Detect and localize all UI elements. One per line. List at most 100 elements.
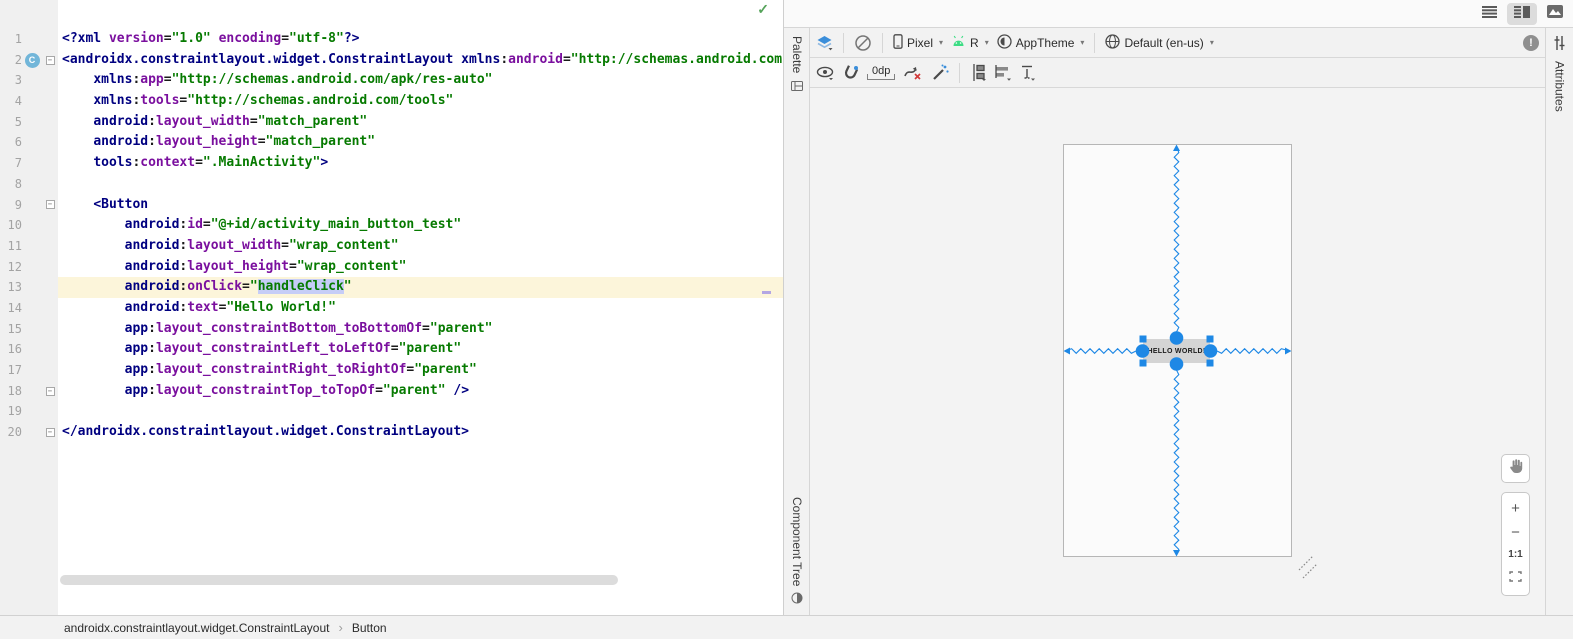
code-line[interactable]: 4 xmlns:tools="http://schemas.android.co… (0, 91, 783, 112)
component-tree-tab[interactable]: Component Tree (784, 497, 810, 609)
attributes-tab[interactable]: Attributes (1553, 61, 1567, 112)
code-text[interactable]: android:layout_height="match_parent" (58, 132, 783, 153)
toolbar-separator (1094, 33, 1095, 53)
fold-marker-icon[interactable]: − (46, 428, 55, 437)
design-toolbar-top: Pixel ▾ R ▾ AppTheme ▾ (810, 28, 1545, 58)
orientation-button[interactable] (854, 34, 872, 52)
line-number: 6 (0, 132, 22, 153)
design-pane: Pixel ▾ R ▾ AppTheme ▾ (810, 28, 1545, 615)
zoom-controls: + − 1:1 (1501, 492, 1530, 596)
breadcrumb-button[interactable]: Button (352, 621, 387, 635)
pack-button[interactable] (970, 64, 987, 81)
zoom-fit-button[interactable] (1509, 569, 1522, 587)
code-area[interactable]: 1<?xml version="1.0" encoding="utf-8"?>2… (0, 29, 783, 443)
code-line[interactable]: 18− app:layout_constraintTop_toTopOf="pa… (0, 381, 783, 402)
clear-constraints-button[interactable] (903, 64, 923, 81)
code-text[interactable]: android:onClick="handleClick" (58, 277, 783, 298)
code-line[interactable]: 3 xmlns:app="http://schemas.android.com/… (0, 70, 783, 91)
infer-constraints-button[interactable] (931, 64, 949, 81)
api-version-selector[interactable]: R ▾ (951, 35, 989, 50)
code-text[interactable]: <?xml version="1.0" encoding="utf-8"?> (58, 29, 783, 50)
api-label: R (970, 36, 979, 50)
align-button[interactable] (995, 65, 1012, 81)
code-text[interactable]: xmlns:tools="http://schemas.android.com/… (58, 91, 783, 112)
context-class-gutter-icon[interactable]: C (25, 53, 40, 68)
line-number: 2 (0, 50, 22, 71)
line-number: 15 (0, 319, 22, 340)
artboard-resize-handle (1299, 556, 1317, 578)
code-text[interactable]: app:layout_constraintBottom_toBottomOf="… (58, 319, 783, 340)
code-line[interactable]: 16 app:layout_constraintLeft_toLeftOf="p… (0, 339, 783, 360)
code-line[interactable]: 19 (0, 401, 783, 422)
code-text[interactable]: tools:context=".MainActivity"> (58, 153, 783, 174)
selected-button-widget[interactable]: HELLO WORLD! (1143, 339, 1210, 363)
code-text[interactable]: app:layout_constraintLeft_toLeftOf="pare… (58, 339, 783, 360)
code-line[interactable]: 14 android:text="Hello World!" (0, 298, 783, 319)
code-line[interactable]: 13 android:onClick="handleClick" (0, 277, 783, 298)
code-line[interactable]: 9− <Button (0, 195, 783, 216)
pan-button[interactable] (1501, 454, 1530, 483)
code-line[interactable]: 8 (0, 174, 783, 195)
fold-marker-icon[interactable]: − (46, 387, 55, 396)
code-line[interactable]: 2C−<androidx.constraintlayout.widget.Con… (0, 50, 783, 71)
code-text[interactable]: app:layout_constraintTop_toTopOf="parent… (58, 381, 783, 402)
code-view-button[interactable] (1477, 3, 1501, 25)
locale-selector[interactable]: Default (en-us) ▾ (1105, 34, 1213, 52)
zoom-out-button[interactable]: − (1511, 525, 1520, 540)
line-number: 4 (0, 91, 22, 112)
errors-panel-button[interactable]: ! (1523, 35, 1539, 51)
code-line[interactable]: 17 app:layout_constraintRight_toRightOf=… (0, 360, 783, 381)
breadcrumb-constraintlayout[interactable]: androidx.constraintlayout.widget.Constra… (64, 621, 330, 635)
zoom-ratio-button[interactable]: 1:1 (1508, 549, 1522, 560)
theme-selector[interactable]: AppTheme ▾ (997, 34, 1085, 52)
code-line[interactable]: 11 android:layout_width="wrap_content" (0, 236, 783, 257)
code-text[interactable]: android:id="@+id/activity_main_button_te… (58, 215, 783, 236)
code-line[interactable]: 5 android:layout_width="match_parent" (0, 112, 783, 133)
fold-marker-icon[interactable]: − (46, 56, 55, 65)
code-text[interactable]: android:layout_width="wrap_content" (58, 236, 783, 257)
inspection-ok-icon[interactable]: ✓ (757, 1, 769, 18)
line-number: 8 (0, 174, 22, 195)
palette-tab[interactable]: Palette (784, 36, 810, 96)
design-surface-button[interactable] (816, 35, 833, 51)
code-text[interactable] (58, 401, 783, 422)
component-tree-tab-label: Component Tree (790, 497, 804, 586)
code-line[interactable]: 1 <?xml version="1.0" encoding="utf-8"?> (0, 29, 783, 50)
theme-label: AppTheme (1016, 36, 1075, 50)
theme-icon (997, 34, 1012, 52)
line-number: 1 (0, 29, 22, 50)
code-line[interactable]: 10 android:id="@+id/activity_main_button… (0, 215, 783, 236)
guidelines-button[interactable] (1020, 65, 1036, 81)
fold-marker-icon[interactable]: − (46, 200, 55, 209)
zoom-in-button[interactable]: + (1511, 501, 1520, 516)
code-line[interactable]: 20 −</androidx.constraintlayout.widget.Co… (0, 422, 783, 443)
design-view-button[interactable] (1543, 3, 1567, 25)
code-text[interactable]: android:text="Hello World!" (58, 298, 783, 319)
code-text[interactable]: android:layout_height="wrap_content" (58, 257, 783, 278)
code-text[interactable]: </androidx.constraintlayout.widget.Const… (58, 422, 783, 443)
code-text[interactable]: <Button (58, 195, 783, 216)
design-canvas[interactable]: HELLO WORLD! + − 1:1 (810, 88, 1545, 615)
code-text[interactable] (58, 174, 783, 195)
attributes-side-tab-strip: Attributes (1545, 28, 1573, 615)
autoconnect-magnet-icon[interactable] (842, 65, 859, 81)
view-options-button[interactable] (816, 66, 834, 80)
line-number: 19 (0, 401, 22, 422)
code-line[interactable]: 12 android:layout_height="wrap_content" (0, 257, 783, 278)
code-text[interactable]: android:layout_width="match_parent" (58, 112, 783, 133)
code-line[interactable]: 7 tools:context=".MainActivity"> (0, 153, 783, 174)
code-text[interactable]: app:layout_constraintRight_toRightOf="pa… (58, 360, 783, 381)
xml-code-editor[interactable]: 1<?xml version="1.0" encoding="utf-8"?>2… (0, 0, 784, 615)
code-text[interactable]: xmlns:app="http://schemas.android.com/ap… (58, 70, 783, 91)
code-text[interactable]: <androidx.constraintlayout.widget.Constr… (58, 50, 783, 71)
horizontal-scrollbar[interactable] (60, 575, 618, 585)
chevron-down-icon: ▾ (985, 38, 989, 47)
split-view-button[interactable] (1507, 3, 1537, 25)
palette-tab-label: Palette (790, 36, 804, 73)
code-line[interactable]: 6 android:layout_height="match_parent" (0, 132, 783, 153)
line-number: 20 (0, 422, 22, 443)
toolbar-separator (843, 33, 844, 53)
code-line[interactable]: 15 app:layout_constraintBottom_toBottomO… (0, 319, 783, 340)
default-margin-control[interactable]: 0dp (867, 65, 895, 80)
device-selector[interactable]: Pixel ▾ (893, 34, 943, 52)
